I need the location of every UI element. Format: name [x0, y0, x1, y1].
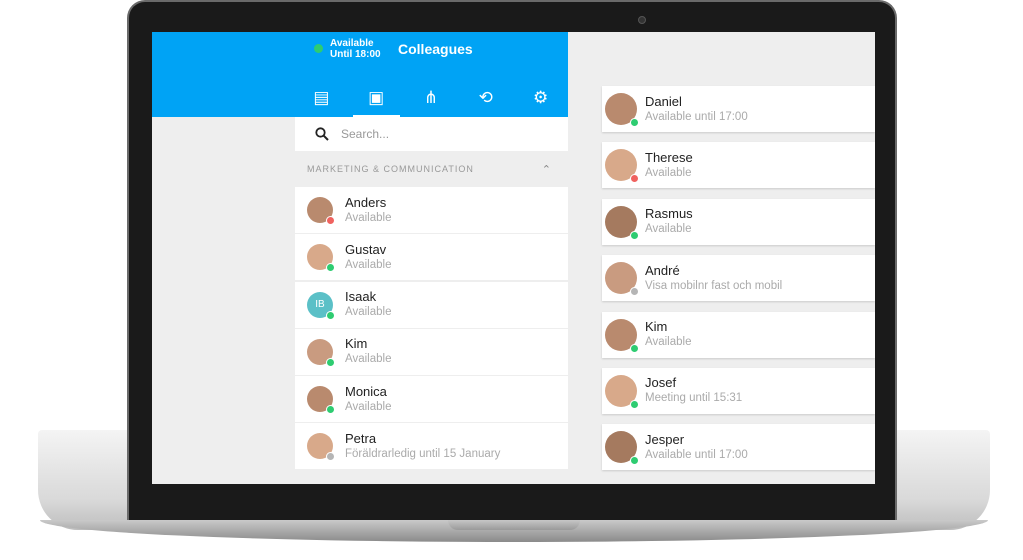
contact-name: Gustav — [345, 241, 387, 257]
favorite-card[interactable]: Rasmus Available — [602, 198, 875, 245]
search-placeholder: Search... — [341, 127, 390, 141]
contact-status: Visa mobilnr fast och mobil — [645, 279, 783, 292]
chat-icon: ▤ — [313, 88, 330, 107]
contact-list: Anders Available Gustav Available IB Isaak A… — [295, 187, 568, 470]
tab-history[interactable]: ⟲ — [458, 84, 513, 117]
contacts-icon: ▣ — [368, 88, 385, 107]
contact-status: Available — [645, 166, 692, 179]
contact-name: Josef — [645, 375, 677, 391]
contact-name: Kim — [345, 336, 368, 352]
favorite-card[interactable]: Jesper Available until 17:00 — [602, 424, 875, 471]
contacts-panel: Search... MARKETING & COMMUNICATION ⌃ An… — [295, 117, 568, 484]
presence-dot — [326, 310, 335, 320]
contact-status: Available — [345, 306, 392, 319]
avatar — [605, 149, 639, 184]
contact-status: Available until 17:00 — [645, 448, 748, 461]
tab-org-chart[interactable]: ⋔ — [404, 84, 459, 117]
avatar — [605, 262, 639, 297]
avatar — [307, 433, 335, 462]
presence-dot — [630, 230, 639, 240]
contact-name: Therese — [645, 149, 693, 165]
my-status-dot[interactable] — [314, 44, 323, 53]
favorite-card[interactable]: André Visa mobilnr fast och mobil — [602, 255, 875, 302]
history-icon: ⟲ — [478, 88, 493, 107]
contact-name: Jesper — [645, 431, 685, 447]
contact-status: Available — [645, 336, 692, 349]
group-label: MARKETING & COMMUNICATION — [307, 164, 474, 174]
avatar — [307, 197, 335, 225]
presence-dot — [630, 456, 639, 466]
avatar — [307, 338, 335, 367]
tab-chat[interactable]: ▤ — [294, 84, 349, 117]
favorites-list: Daniel Available until 17:00 Therese Avail… — [602, 86, 875, 481]
tab-gear[interactable]: ⚙ — [513, 84, 568, 117]
favorite-card[interactable]: Therese Available — [602, 142, 875, 189]
contact-name: Isaak — [345, 289, 377, 305]
contact-item[interactable]: Monica Available — [295, 376, 568, 423]
contact-status: Available — [645, 223, 692, 236]
contact-status: Available — [345, 258, 392, 271]
contact-name: Daniel — [645, 93, 682, 109]
app-header: Available Until 18:00 Colleagues ▤ ▣ ⋔ ⟲ ⚙ — [152, 32, 568, 117]
presence-dot — [326, 216, 335, 225]
avatar — [605, 205, 639, 240]
page-title: Colleagues — [398, 41, 473, 57]
presence-dot — [630, 343, 639, 353]
contact-name: Kim — [645, 319, 668, 335]
presence-dot — [630, 174, 639, 184]
avatar — [605, 431, 639, 466]
contact-item[interactable]: Kim Available — [295, 328, 568, 375]
presence-dot — [326, 405, 335, 415]
org-chart-icon: ⋔ — [423, 88, 439, 107]
gear-icon: ⚙ — [532, 88, 549, 107]
presence-dot — [630, 287, 639, 297]
contact-item[interactable]: IB Isaak Available — [295, 281, 568, 328]
chevron-up-icon[interactable]: ⌃ — [542, 163, 552, 176]
contact-status: Available — [345, 211, 392, 224]
search-input[interactable]: Search... — [295, 117, 568, 151]
contact-name: Rasmus — [645, 206, 693, 222]
presence-dot — [630, 399, 639, 409]
avatar-initials: IB — [315, 299, 325, 311]
presence-dot — [630, 118, 639, 127]
contact-status: Available until 17:00 — [645, 110, 748, 123]
presence-dot — [326, 263, 335, 273]
avatar — [307, 244, 335, 273]
avatar — [605, 93, 639, 127]
favorite-card[interactable]: Kim Available — [602, 311, 875, 358]
contact-name: André — [645, 262, 680, 278]
presence-dot — [326, 357, 335, 367]
favorite-card[interactable]: Josef Meeting until 15:31 — [602, 367, 875, 414]
presence-dot — [326, 452, 335, 462]
contact-status: Available — [345, 353, 392, 366]
contact-name: Petra — [345, 430, 377, 446]
contact-status: Available — [345, 400, 392, 413]
contact-status: Meeting until 15:31 — [645, 392, 743, 405]
my-status[interactable]: Available Until 18:00 — [330, 38, 381, 60]
search-icon — [315, 127, 329, 141]
contact-name: Anders — [345, 194, 387, 210]
avatar — [605, 374, 639, 409]
camera — [638, 16, 646, 24]
group-header[interactable]: MARKETING & COMMUNICATION ⌃ — [295, 151, 568, 187]
avatar: IB — [307, 291, 335, 320]
contact-item[interactable]: Anders Available — [295, 187, 568, 233]
contact-name: Monica — [345, 383, 387, 399]
avatar — [307, 386, 335, 415]
tab-bar: ▤ ▣ ⋔ ⟲ ⚙ — [294, 84, 568, 117]
avatar — [605, 318, 639, 353]
tab-contacts[interactable]: ▣ — [349, 84, 404, 117]
contact-status: Föräldrarledig until 15 January — [345, 447, 501, 460]
favorite-card[interactable]: Daniel Available until 17:00 — [602, 86, 875, 132]
contact-item[interactable]: Gustav Available — [295, 234, 568, 281]
contact-item[interactable]: Petra Föräldrarledig until 15 January — [295, 423, 568, 470]
app-screen: Available Until 18:00 Colleagues ▤ ▣ ⋔ ⟲ ⚙ Se… — [152, 32, 875, 484]
